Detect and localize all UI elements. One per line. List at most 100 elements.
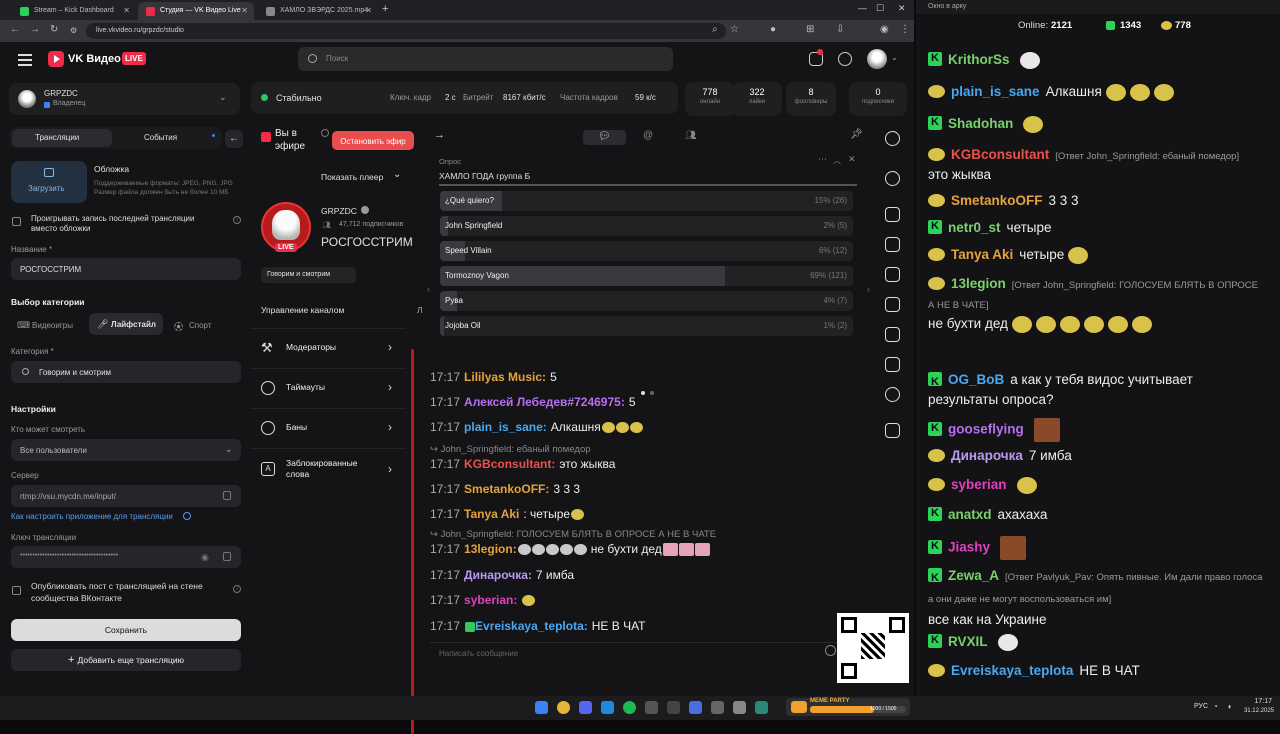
close-icon[interactable]: ✕	[848, 154, 856, 165]
kick-username[interactable]: Shadohan	[948, 116, 1013, 131]
kick-username[interactable]: netr0_st	[948, 220, 1001, 235]
poll-option[interactable]: ¿Qué quiero? 15% (26)	[440, 191, 853, 211]
copy-icon[interactable]	[223, 491, 231, 500]
pin-icon[interactable]: 📌︎	[850, 129, 863, 140]
telegram-icon[interactable]	[601, 701, 614, 714]
chat-reply-icon[interactable]	[885, 387, 900, 402]
stream-key-field[interactable]: ••••••••••••••••••••••••••••••••••••••••…	[11, 546, 241, 568]
avatar[interactable]	[867, 49, 887, 69]
more-dots-icon[interactable]: ⋯	[818, 154, 827, 165]
message-username[interactable]: Lililyas Music:	[464, 370, 546, 384]
message-username[interactable]: Алексей Лебедев#7246975:	[464, 395, 625, 409]
kick-username[interactable]: Tanya Aki	[951, 247, 1013, 262]
download-icon[interactable]: ⇩	[836, 24, 844, 35]
upload-cover-button[interactable]: Загрузить	[11, 161, 87, 203]
dice-icon[interactable]	[885, 267, 900, 282]
save-button[interactable]: Сохранить	[11, 619, 241, 641]
extensions-puzzle-icon[interactable]: ⊞	[806, 24, 814, 35]
gem-icon[interactable]	[885, 207, 900, 222]
kick-username[interactable]: KGBconsultant	[951, 147, 1049, 162]
language-indicator[interactable]: РУС	[1194, 703, 1208, 710]
diamond-icon[interactable]	[885, 237, 900, 252]
poll-prev-icon[interactable]: ‹	[427, 284, 430, 294]
app-icon[interactable]	[711, 701, 724, 714]
kick-username[interactable]: gooseflying	[948, 422, 1024, 437]
add-stream-button[interactable]: + Добавить еще трансляцию	[11, 649, 241, 671]
collapse-icon[interactable]: ︿	[833, 155, 841, 166]
profile-icon[interactable]: ◉	[880, 24, 889, 35]
server-field[interactable]: rtmp://vsu.mycdn.me/input/	[11, 485, 241, 507]
category-tab-games[interactable]: ⌨ Видеоигры	[11, 315, 85, 335]
vk-video-logo-icon[interactable]	[48, 51, 64, 67]
info-icon[interactable]: i	[233, 216, 241, 224]
kick-username[interactable]: 13legion	[951, 276, 1006, 291]
users-icon[interactable]: 👥︎	[685, 130, 696, 141]
poll-option[interactable]: Speed Villain 6% (12)	[440, 241, 853, 261]
stats-icon[interactable]	[885, 327, 900, 342]
back-icon[interactable]: ←	[10, 24, 20, 35]
kick-username[interactable]: Динарочка	[951, 448, 1023, 463]
tab-events[interactable]: События	[144, 133, 177, 142]
help-icon[interactable]	[183, 512, 191, 520]
settings-gear-icon[interactable]	[885, 171, 900, 186]
kick-username[interactable]: KrithorSs	[948, 52, 1010, 67]
message-username[interactable]: Динарочка:	[464, 568, 532, 582]
bookmark-star-icon[interactable]: ☆	[730, 24, 739, 35]
pager-dot-active[interactable]	[641, 391, 645, 395]
app-icon[interactable]	[667, 701, 680, 714]
message-username[interactable]: SmetankoOFF:	[464, 482, 549, 496]
stream-title-input[interactable]: РОСГОССТРИМ	[11, 258, 241, 280]
app-icon[interactable]	[733, 701, 746, 714]
clock-date[interactable]: 31.12.2025	[1240, 708, 1274, 714]
close-icon[interactable]: ✕	[365, 6, 372, 15]
chrome-icon[interactable]	[557, 701, 570, 714]
extension-icon[interactable]: ●	[770, 24, 776, 35]
forward-icon[interactable]: →	[30, 24, 40, 35]
trophy-icon[interactable]	[885, 357, 900, 372]
expand-arrow-icon[interactable]: →	[434, 129, 445, 141]
tab-video-file[interactable]: ХАМЛО ЗВЭРДС 2025.mp4 ✕	[258, 2, 378, 20]
site-info-icon[interactable]: ⚙	[70, 26, 77, 35]
url-input[interactable]: live.vkvideo.ru/grpzdc/studio	[86, 23, 726, 39]
close-icon[interactable]: ✕	[123, 6, 130, 15]
category-tab-lifestyle[interactable]: 🎤︎ Лайфстайл	[89, 313, 163, 335]
copy-icon[interactable]	[223, 552, 231, 561]
video-icon[interactable]	[885, 423, 900, 438]
stop-stream-button[interactable]: Остановить эфир	[332, 131, 414, 150]
menu-moderators[interactable]: ⚒ Модераторы ›	[251, 328, 406, 368]
clock-time[interactable]: 17:17	[1244, 698, 1272, 705]
kick-username[interactable]: RVXIL	[948, 634, 988, 649]
tab-streams[interactable]: Трансляции	[12, 129, 112, 147]
poll-option[interactable]: Jojoba Oil 1% (2)	[440, 316, 853, 336]
tab-vk-studio[interactable]: Студия — VK Видео Live ✕	[138, 2, 254, 20]
zoom-icon[interactable]: ⌕	[712, 24, 718, 35]
message-username[interactable]: plain_is_sane:	[464, 420, 547, 434]
close-window-icon[interactable]: ✕	[898, 3, 906, 14]
menu-blocked-words[interactable]: A Заблокированные слова ›	[251, 448, 406, 492]
howto-link[interactable]: Как настроить приложение для трансляции	[11, 512, 173, 521]
message-username[interactable]: syberian:	[464, 593, 517, 607]
emoji-icon[interactable]	[825, 645, 836, 656]
kick-username[interactable]: SmetankoOFF	[951, 193, 1043, 208]
reload-icon[interactable]: ↻	[50, 24, 58, 35]
discord-icon[interactable]	[579, 701, 592, 714]
publish-post-checkbox[interactable]	[12, 586, 21, 595]
message-username[interactable]: Tanya Aki	[464, 507, 519, 521]
menu-timeouts[interactable]: Таймауты ›	[251, 368, 406, 408]
menu-dots-icon[interactable]: ⋮	[900, 24, 910, 35]
app-icon[interactable]	[755, 701, 768, 714]
new-tab-button[interactable]: +	[382, 3, 388, 15]
meme-party-widget[interactable]: MEME PARTY 1000 / 1500	[786, 698, 910, 716]
windows-start-icon[interactable]	[535, 701, 548, 714]
category-tab-sport[interactable]: ⚽︎ Спорт	[168, 315, 228, 335]
poll-option[interactable]: Tormoznoy Vagon 69% (121)	[440, 266, 853, 286]
list-icon[interactable]	[885, 297, 900, 312]
chat-tab-messages[interactable]: 💬︎	[583, 130, 626, 145]
info-icon[interactable]	[321, 129, 329, 137]
kick-username[interactable]: OG_BoB	[948, 372, 1004, 387]
kick-username[interactable]: Zewa_A	[948, 568, 999, 583]
chevron-down-icon[interactable]: ⌄	[891, 53, 898, 62]
tab-kick-dashboard[interactable]: Stream – Kick Dashboard ✕	[12, 2, 136, 20]
collapse-panel-button[interactable]: ←	[225, 130, 243, 148]
chat-input[interactable]: Написать сообщение	[430, 642, 840, 664]
